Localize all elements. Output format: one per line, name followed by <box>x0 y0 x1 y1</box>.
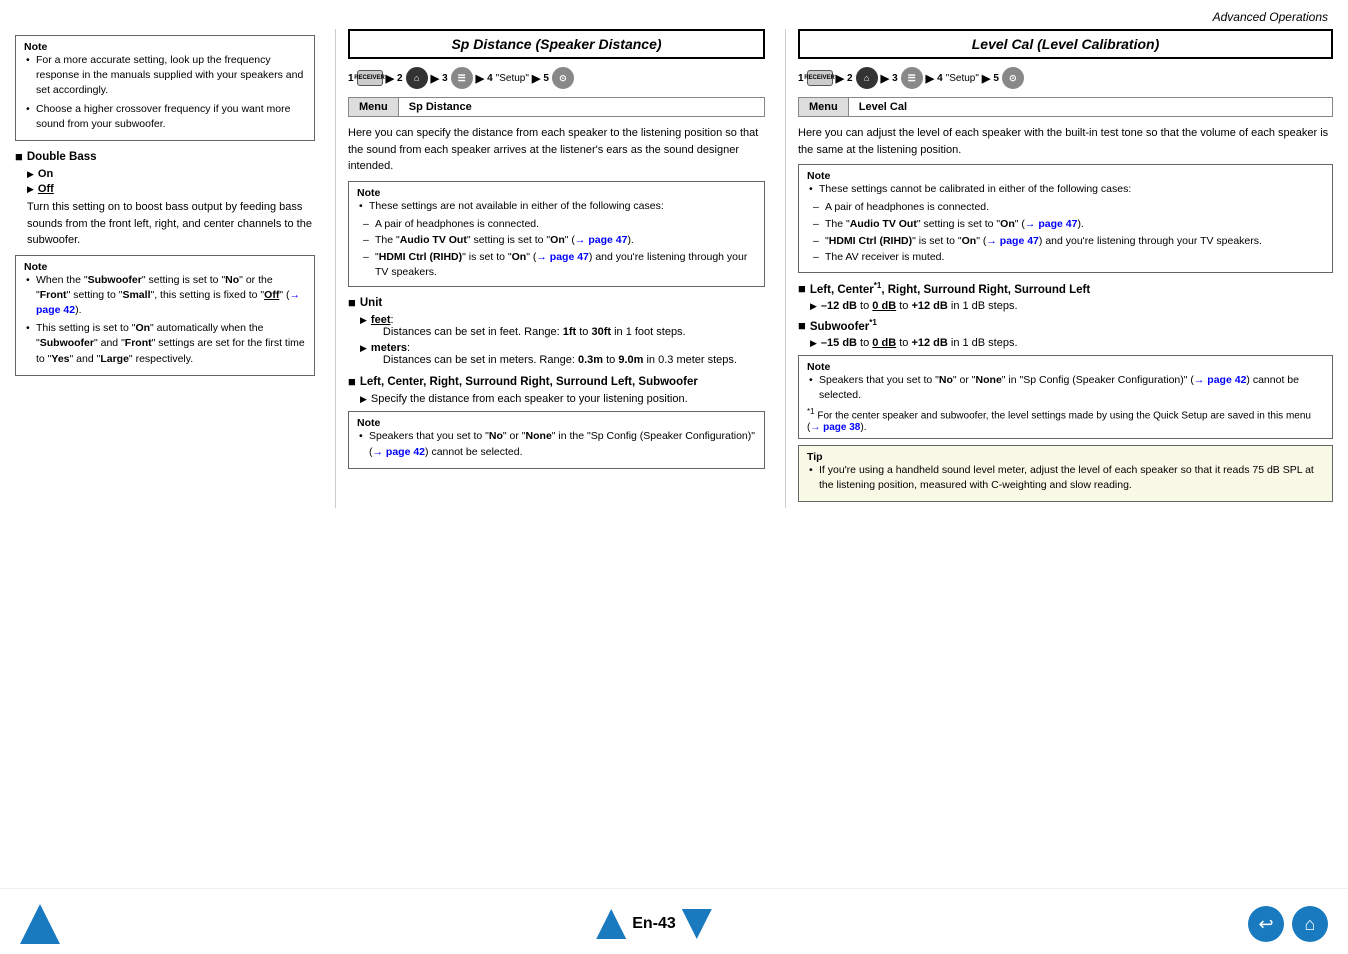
sp-speakers-heading: Left, Center, Right, Surround Right, Sur… <box>348 374 765 389</box>
lc-note1-dash3: "HDMI Ctrl (RIHD)" is set to "On" (→ pag… <box>807 234 1324 249</box>
tip-label: Tip <box>807 451 1324 463</box>
right-column: Level Cal (Level Calibration) 1 RECEIVER… <box>785 29 1333 508</box>
rc-step3-menu-icon: ☰ <box>901 67 923 89</box>
level-cal-nav: 1 RECEIVER ▶ 2 ⌂ ▶ 3 ☰ ▶ 4 "Setup" ▶ 5 ⊙ <box>798 67 1333 89</box>
menu-label: Menu <box>349 98 399 116</box>
lc-note2-item1: Speakers that you set to "No" or "None" … <box>807 373 1324 403</box>
sp-note2-list: Speakers that you set to "No" or "None" … <box>357 429 756 459</box>
level-cal-menu-label: Level Cal <box>849 98 917 116</box>
note2-label: Note <box>24 261 306 273</box>
level-cal-note2: Note Speakers that you set to "No" or "N… <box>798 355 1333 439</box>
left-center-range: –12 dB to 0 dB to +12 dB in 1 dB steps. <box>810 300 1333 312</box>
down-arrow-icon <box>682 909 712 939</box>
meters-item: meters: Distances can be set in meters. … <box>360 342 765 366</box>
step1-receiver-icon: RECEIVER <box>357 70 383 86</box>
sp-note1-dash1: A pair of headphones is connected. <box>357 217 756 232</box>
prev-page-button[interactable] <box>20 904 60 944</box>
rc-step2-home-icon: ⌂ <box>856 67 878 89</box>
sp-note1-dash2: The "Audio TV Out" setting is set to "On… <box>357 233 756 248</box>
double-bass-heading: Double Bass <box>15 149 315 164</box>
rc-menu-label: Menu <box>799 98 849 116</box>
sp-distance-note1: Note These settings are not available in… <box>348 181 765 288</box>
rc-step5-icon: ⊙ <box>1002 67 1024 89</box>
sp-note1-list: These settings are not available in eith… <box>357 199 756 214</box>
level-cal-menu-bar: Menu Level Cal <box>798 97 1333 117</box>
sp-distance-title: Sp Distance (Speaker Distance) <box>348 29 765 59</box>
lc-note1-label: Note <box>807 170 1324 182</box>
back-button[interactable]: ↩ <box>1248 906 1284 942</box>
step3-menu-icon: ☰ <box>451 67 473 89</box>
page-number-area: En-43 <box>596 909 712 939</box>
sp-note2-label: Note <box>357 417 756 429</box>
left-note1: Note For a more accurate setting, look u… <box>15 35 315 141</box>
sp-distance-intro: Here you can specify the distance from e… <box>348 125 765 175</box>
sp-note1-dash3: "HDMI Ctrl (RIHD)" is set to "On" (→ pag… <box>357 250 756 279</box>
page-footer: En-43 ↩ ⌂ <box>0 888 1348 954</box>
left-center-heading: Left, Center*1, Right, Surround Right, S… <box>798 281 1333 296</box>
sp-note1-item1: These settings are not available in eith… <box>357 199 756 214</box>
double-bass-desc: Turn this setting on to boost bass outpu… <box>27 199 315 249</box>
left-note2: Note When the "Subwoofer" setting is set… <box>15 255 315 376</box>
page-header: Advanced Operations <box>0 0 1348 29</box>
unit-heading: Unit <box>348 295 765 310</box>
note1-item1: For a more accurate setting, look up the… <box>24 53 306 99</box>
sp-speakers-desc: Specify the distance from each speaker t… <box>360 393 765 405</box>
feet-desc: Distances can be set in feet. Range: 1ft… <box>371 326 686 338</box>
lc-note1-list: These settings cannot be calibrated in e… <box>807 182 1324 197</box>
note1-label: Note <box>24 41 306 53</box>
sp-distance-note2: Note Speakers that you set to "No" or "N… <box>348 411 765 468</box>
lc-note1-dash2: The "Audio TV Out" setting is set to "On… <box>807 217 1324 232</box>
feet-item: feet: Distances can be set in feet. Rang… <box>360 314 765 338</box>
note1-list: For a more accurate setting, look up the… <box>24 53 306 132</box>
subwoofer-heading: Subwoofer*1 <box>798 318 1333 333</box>
sp-note1-label: Note <box>357 187 756 199</box>
note2-item1: When the "Subwoofer" setting is set to "… <box>24 273 306 319</box>
step5-icon: ⊙ <box>552 67 574 89</box>
level-cal-note1: Note These settings cannot be calibrated… <box>798 164 1333 273</box>
sp-distance-menu-bar: Menu Sp Distance <box>348 97 765 117</box>
sp-distance-nav: 1 RECEIVER ▶ 2 ⌂ ▶ 3 ☰ ▶ 4 "Setup" ▶ 5 ⊙ <box>348 67 765 89</box>
level-cal-tip: Tip If you're using a handheld sound lev… <box>798 445 1333 502</box>
subwoofer-range: –15 dB to 0 dB to +12 dB in 1 dB steps. <box>810 337 1333 349</box>
tip-text: If you're using a handheld sound level m… <box>807 463 1324 493</box>
lc-note1-item1: These settings cannot be calibrated in e… <box>807 182 1324 197</box>
up-arrow-icon <box>596 909 626 939</box>
meters-desc: Distances can be set in meters. Range: 0… <box>371 354 737 366</box>
mid-column: Sp Distance (Speaker Distance) 1 RECEIVE… <box>335 29 775 508</box>
lc-note2-list: Speakers that you set to "No" or "None" … <box>807 373 1324 403</box>
rc-step1-receiver-icon: RECEIVER <box>807 70 833 86</box>
left-column: Note For a more accurate setting, look u… <box>15 29 325 508</box>
advanced-operations-title: Advanced Operations <box>1213 10 1328 24</box>
tip-list: If you're using a handheld sound level m… <box>807 463 1324 493</box>
sp-distance-menu-label: Sp Distance <box>399 98 482 116</box>
lc-footnote: *1 For the center speaker and subwoofer,… <box>807 407 1324 432</box>
level-cal-title: Level Cal (Level Calibration) <box>798 29 1333 59</box>
step2-home-icon: ⌂ <box>406 67 428 89</box>
lc-note1-dash1: A pair of headphones is connected. <box>807 200 1324 215</box>
double-bass-on: On <box>27 168 315 180</box>
note1-item2: Choose a higher crossover frequency if y… <box>24 102 306 132</box>
page-layout: Note For a more accurate setting, look u… <box>0 29 1348 508</box>
lc-note2-label: Note <box>807 361 1324 373</box>
sp-note2-item1: Speakers that you set to "No" or "None" … <box>357 429 756 459</box>
home-button[interactable]: ⌂ <box>1292 906 1328 942</box>
page-number: En-43 <box>632 915 676 933</box>
note2-list: When the "Subwoofer" setting is set to "… <box>24 273 306 367</box>
footer-nav-icons: ↩ ⌂ <box>1248 906 1328 942</box>
double-bass-off: Off <box>27 183 315 195</box>
level-cal-intro: Here you can adjust the level of each sp… <box>798 125 1333 158</box>
note2-item2: This setting is set to "On" automaticall… <box>24 321 306 367</box>
lc-note1-dash4: The AV receiver is muted. <box>807 250 1324 265</box>
